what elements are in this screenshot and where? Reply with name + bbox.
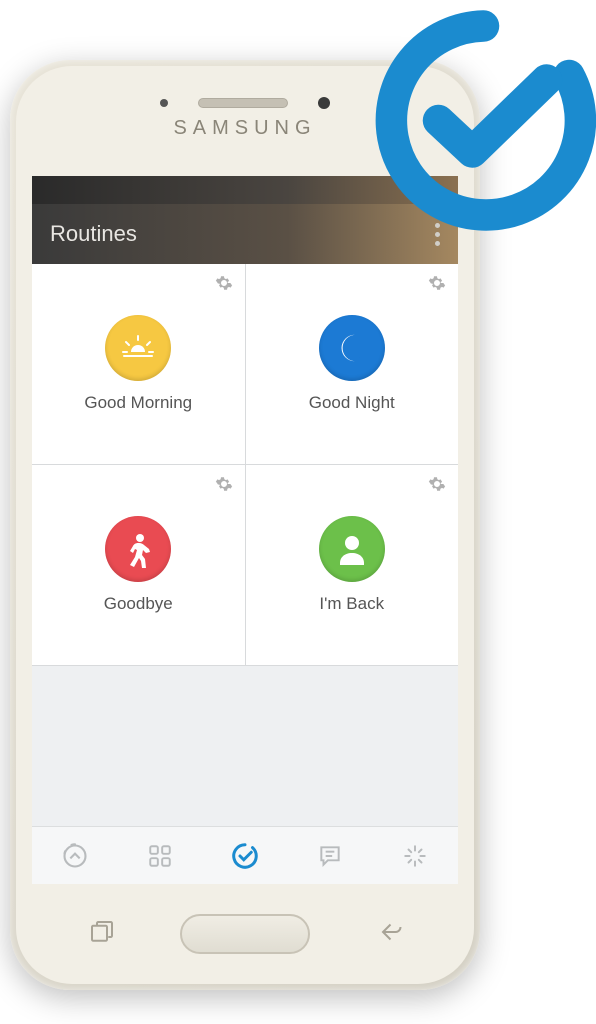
routine-label: Goodbye [104,594,173,614]
gear-icon[interactable] [428,274,446,297]
moon-icon [319,315,385,381]
routines-grid: Good Morning Good Night [32,264,458,666]
routine-tile-im-back[interactable]: I'm Back [246,465,459,665]
routine-tile-goodbye[interactable]: Goodbye [32,465,245,665]
routine-label: I'm Back [319,594,384,614]
sunrise-icon [105,315,171,381]
recents-key[interactable] [87,917,117,952]
back-key[interactable] [373,917,403,952]
sensor-dot [160,99,168,107]
nav-chat-icon[interactable] [310,836,350,876]
gear-icon[interactable] [215,274,233,297]
routine-tile-good-morning[interactable]: Good Morning [32,264,245,464]
nav-check-icon[interactable] [225,836,265,876]
phone-screen: Routines Good Morning [32,176,458,884]
nav-grid-icon[interactable] [140,836,180,876]
nav-star-icon[interactable] [395,836,435,876]
front-camera [318,97,330,109]
routine-label: Good Morning [84,393,192,413]
gear-icon[interactable] [215,475,233,498]
check-badge-icon [371,8,596,233]
earpiece-speaker [198,98,288,108]
walking-icon [105,516,171,582]
person-icon [319,516,385,582]
bottom-nav [32,826,458,884]
phone-brand-label: SAMSUNG [173,117,316,140]
routine-label: Good Night [309,393,395,413]
home-button[interactable] [180,914,310,954]
phone-bottom-bezel [16,884,474,984]
nav-home-icon[interactable] [55,836,95,876]
content-spacer [32,666,458,826]
page-title: Routines [50,221,137,247]
routine-tile-good-night[interactable]: Good Night [246,264,459,464]
gear-icon[interactable] [428,475,446,498]
